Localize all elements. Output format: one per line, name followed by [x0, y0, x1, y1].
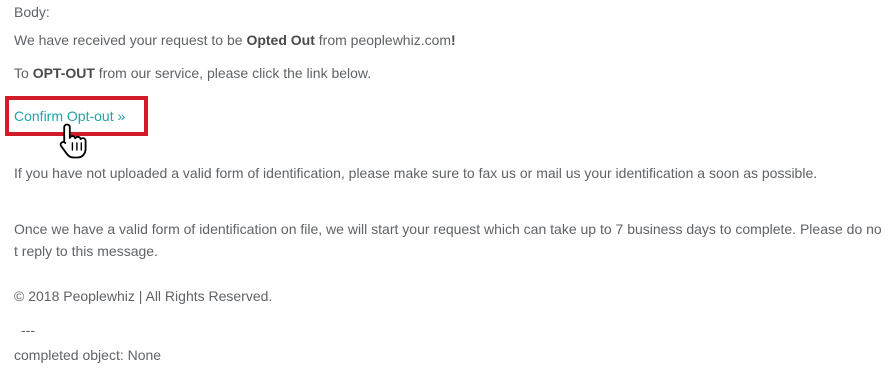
- received-middle: from peoplewhiz.com: [314, 32, 452, 48]
- completed-object-text: completed object: None: [14, 347, 162, 363]
- received-message: We have received your request to be Opte…: [14, 31, 456, 49]
- identification-notice: If you have not uploaded a valid form of…: [14, 165, 818, 181]
- optout-emphasis: OPT-OUT: [32, 65, 95, 81]
- processing-notice: Once we have a valid form of identificat…: [14, 221, 882, 259]
- body-label: Body:: [14, 4, 50, 20]
- separator-line: ---: [21, 322, 35, 338]
- received-prefix: We have received your request to be: [14, 32, 247, 48]
- optout-instruction: To OPT-OUT from our service, please clic…: [14, 64, 371, 82]
- optout-suffix: from our service, please click the link …: [94, 65, 372, 81]
- received-exclamation: !: [451, 32, 456, 48]
- optout-prefix: To: [14, 65, 33, 81]
- hand-pointer-icon: [59, 123, 87, 159]
- opted-out-emphasis: Opted Out: [246, 32, 315, 48]
- copyright-text: © 2018 Peoplewhiz | All Rights Reserved.: [14, 288, 273, 304]
